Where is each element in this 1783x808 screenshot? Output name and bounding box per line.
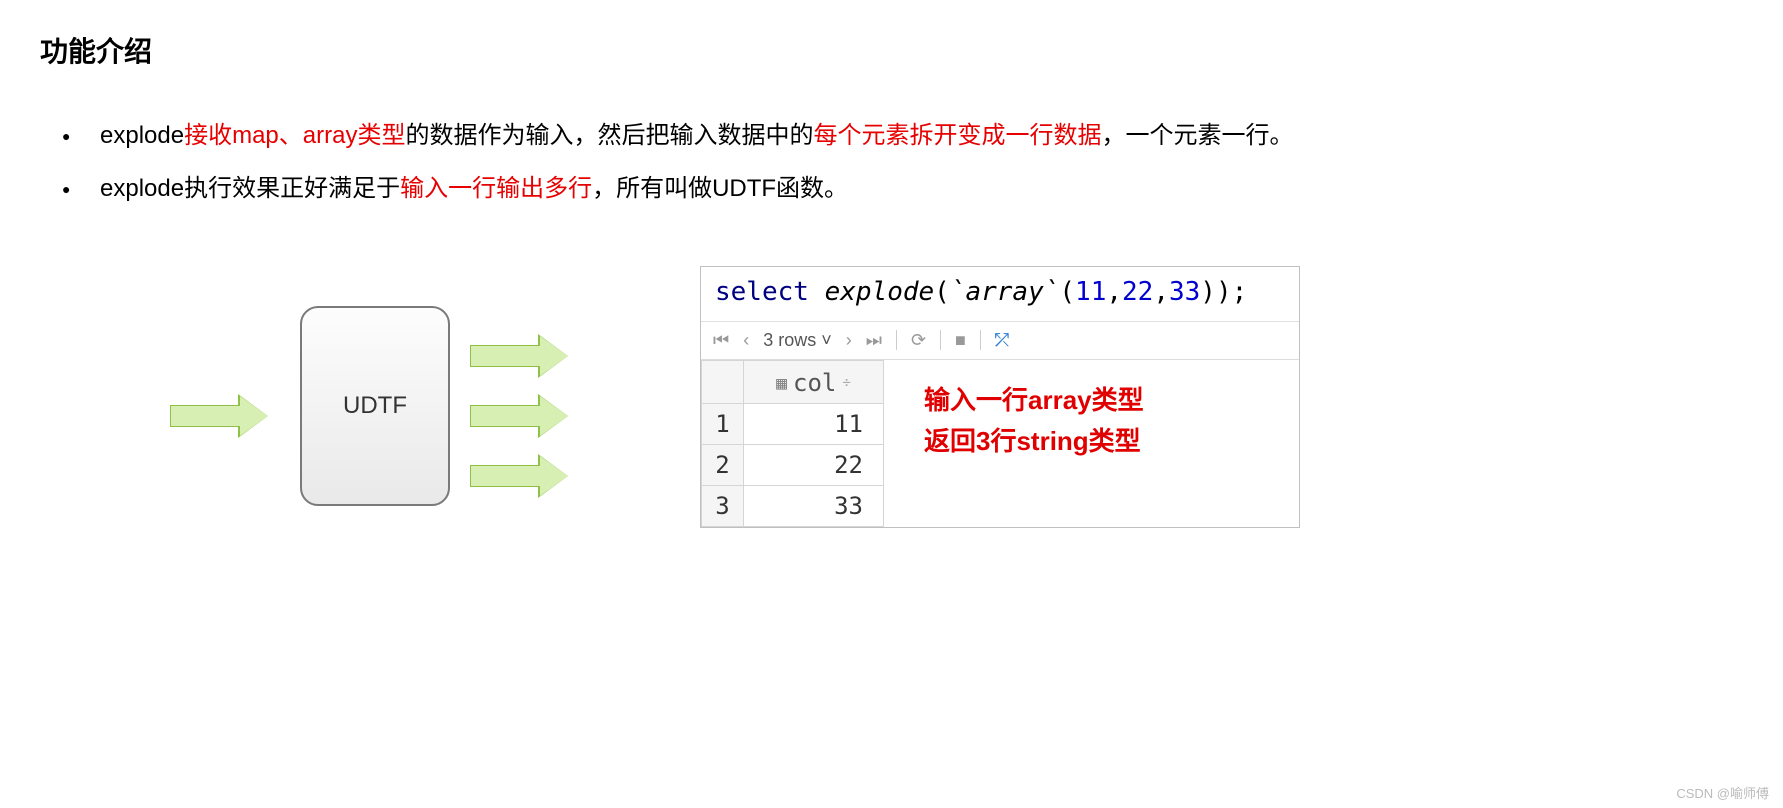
row-index: 3 bbox=[702, 486, 744, 527]
text-highlight: 输入一行输出多行 bbox=[400, 175, 592, 202]
keyword: select bbox=[715, 277, 809, 307]
column-icon: ▦ bbox=[776, 373, 787, 394]
watermark: CSDN @喻师傅 bbox=[1676, 783, 1769, 802]
code-result-panel: select explode(`array`(11,22,33)); ⏮ ‹ 3… bbox=[700, 266, 1300, 529]
result-table: ▦ col ÷ 1 11 2 22 3 33 bbox=[701, 360, 884, 528]
number: 33 bbox=[1169, 277, 1200, 307]
table-row: 3 33 bbox=[702, 486, 884, 527]
cell-value: 22 bbox=[744, 445, 884, 486]
row-index: 2 bbox=[702, 445, 744, 486]
column-name: col bbox=[793, 369, 836, 397]
number: 11 bbox=[1075, 277, 1106, 307]
arrow-output bbox=[470, 396, 568, 436]
number: 22 bbox=[1122, 277, 1153, 307]
rows-count[interactable]: 3 rows ˅ bbox=[763, 330, 832, 351]
sql-code: select explode(`array`(11,22,33)); bbox=[701, 267, 1299, 322]
next-page-icon[interactable]: › bbox=[846, 330, 852, 351]
text: explode bbox=[100, 122, 184, 149]
arrow-output bbox=[470, 456, 568, 496]
bullet-item: explode接收map、array类型的数据作为输入，然后把输入数据中的每个元… bbox=[40, 110, 1743, 163]
cell-value: 11 bbox=[744, 404, 884, 445]
text: ，所有叫做UDTF函数。 bbox=[592, 175, 848, 202]
last-page-icon[interactable]: ⏭ bbox=[866, 330, 882, 351]
text: 的数据作为输入，然后把输入数据中的 bbox=[405, 122, 813, 149]
arrow-output bbox=[470, 336, 568, 376]
punct: , bbox=[1106, 277, 1122, 307]
text-highlight: 每个元素拆开变成一行数据 bbox=[813, 122, 1101, 149]
bullet-item: explode执行效果正好满足于输入一行输出多行，所有叫做UDTF函数。 bbox=[40, 163, 1743, 216]
text-highlight: 接收map、array类型 bbox=[184, 122, 405, 149]
refresh-icon[interactable]: ⟳ bbox=[911, 330, 926, 351]
function-name: explode bbox=[825, 277, 935, 307]
punct: )); bbox=[1200, 277, 1247, 307]
section-heading: 功能介绍 bbox=[40, 30, 1743, 70]
result-toolbar: ⏮ ‹ 3 rows ˅ › ⏭ ⟳ ■ ⤱ bbox=[701, 322, 1299, 360]
index-header bbox=[702, 360, 744, 404]
first-page-icon[interactable]: ⏮ bbox=[713, 330, 729, 351]
export-icon[interactable]: ⤱ bbox=[995, 330, 1009, 351]
prev-page-icon[interactable]: ‹ bbox=[743, 330, 749, 351]
table-row: 1 11 bbox=[702, 404, 884, 445]
stop-icon[interactable]: ■ bbox=[955, 330, 966, 351]
punct: ( bbox=[934, 277, 950, 307]
table-row: 2 22 bbox=[702, 445, 884, 486]
text: ，一个元素一行。 bbox=[1101, 122, 1293, 149]
annotation: 输入一行array类型 返回3行string类型 bbox=[884, 360, 1154, 463]
column-header[interactable]: ▦ col ÷ bbox=[744, 360, 884, 404]
function-name: `array` bbox=[950, 277, 1060, 307]
annotation-line: 返回3行string类型 bbox=[924, 421, 1144, 463]
cell-value: 33 bbox=[744, 486, 884, 527]
annotation-line: 输入一行array类型 bbox=[924, 380, 1144, 422]
bullet-list: explode接收map、array类型的数据作为输入，然后把输入数据中的每个元… bbox=[40, 110, 1743, 216]
text: explode执行效果正好满足于 bbox=[100, 175, 400, 202]
sort-icon[interactable]: ÷ bbox=[842, 375, 850, 391]
arrow-input bbox=[170, 396, 268, 436]
row-index: 1 bbox=[702, 404, 744, 445]
udtf-diagram: UDTF bbox=[100, 266, 620, 526]
punct: , bbox=[1153, 277, 1169, 307]
udtf-box: UDTF bbox=[300, 306, 450, 506]
punct: ( bbox=[1059, 277, 1075, 307]
